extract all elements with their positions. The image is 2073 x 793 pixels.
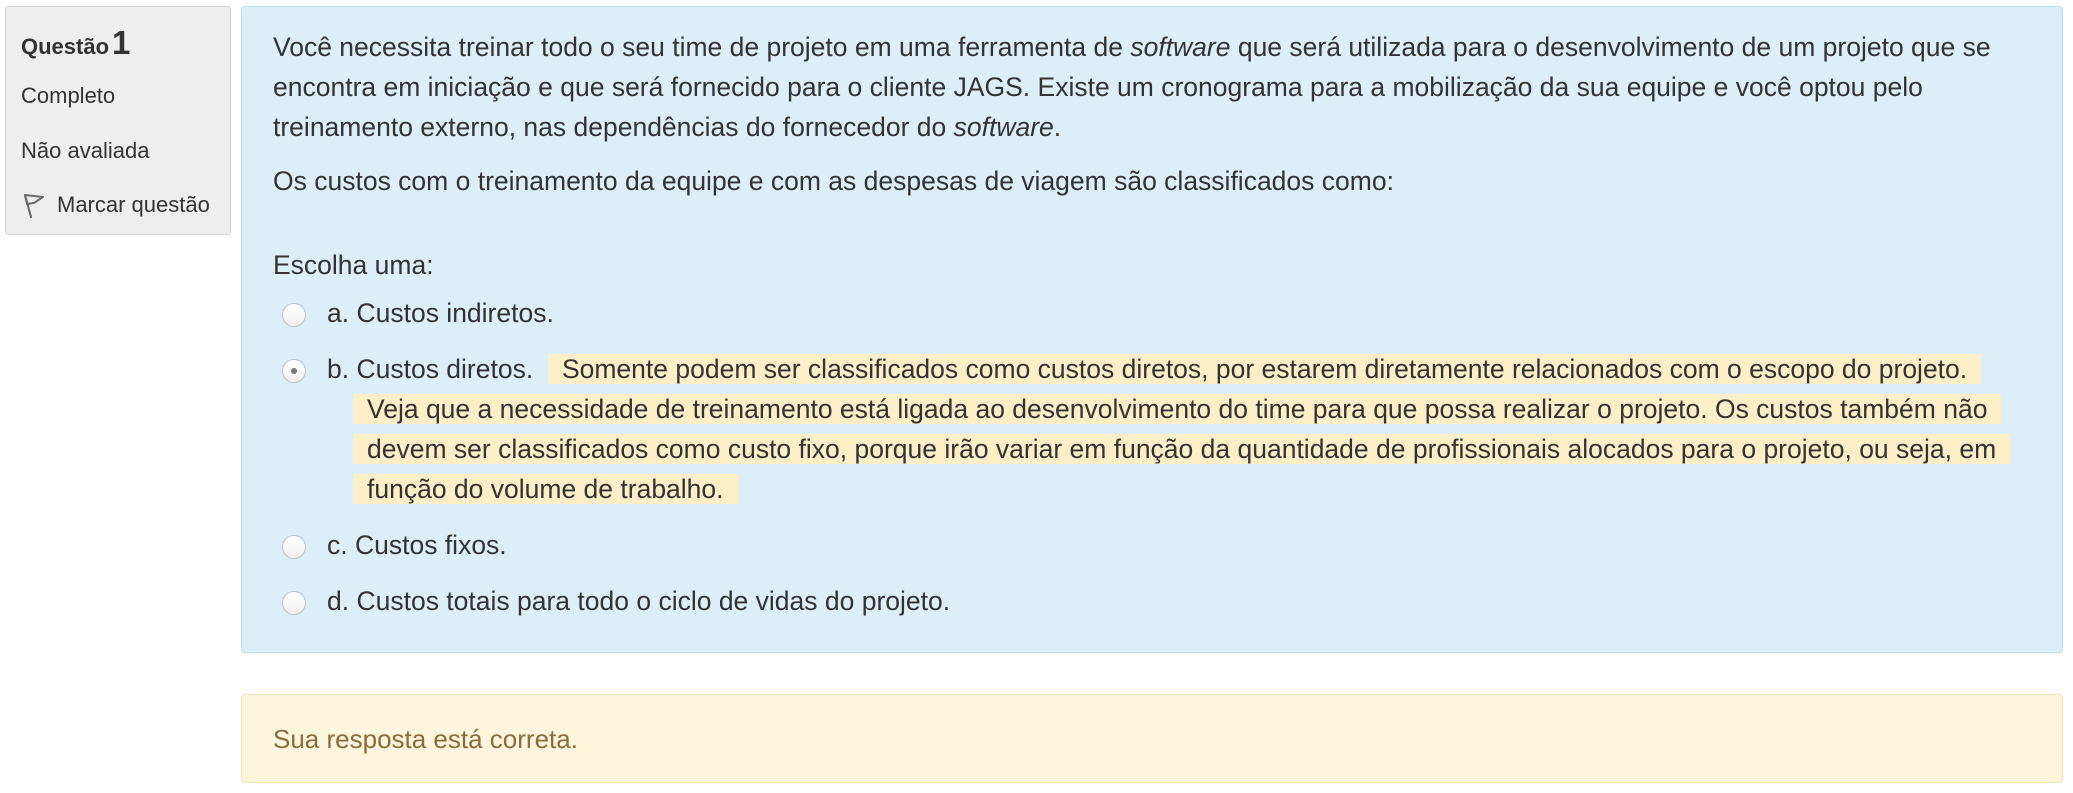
answer-feedback: Somente podem ser classificados como cus… bbox=[353, 354, 2011, 504]
answer-label-c: c. Custos fixos. bbox=[327, 530, 507, 560]
question-info-panel: Questão1 Completo Não avaliada Marcar qu… bbox=[5, 6, 231, 235]
question-state: Completo bbox=[21, 83, 116, 108]
answer-option-b[interactable]: b. Custos diretos. Somente podem ser cla… bbox=[273, 349, 2022, 509]
answer-option-a[interactable]: a. Custos indiretos. bbox=[273, 293, 2022, 333]
question-text: Você necessita treinar todo o seu time d… bbox=[273, 27, 2022, 201]
answer-label-d: d. Custos totais para todo o ciclo de vi… bbox=[327, 586, 951, 616]
answer-radio-c[interactable] bbox=[282, 535, 306, 559]
question-paragraph-2: Os custos com o treinamento da equipe e … bbox=[273, 166, 1394, 196]
question-text-part: . bbox=[1053, 112, 1062, 142]
flag-question-label: Marcar questão bbox=[57, 192, 210, 217]
question-grade: Não avaliada bbox=[21, 138, 150, 163]
answer-option-c[interactable]: c. Custos fixos. bbox=[273, 525, 2022, 565]
answer-prompt: Escolha uma: bbox=[273, 250, 434, 280]
answer-radio-b[interactable] bbox=[282, 359, 306, 383]
answer-label-a: a. Custos indiretos. bbox=[327, 298, 554, 328]
question-number: 1 bbox=[112, 24, 131, 61]
question-label: Questão bbox=[21, 34, 110, 59]
quiz-page: Questão1 Completo Não avaliada Marcar qu… bbox=[0, 0, 2073, 793]
outcome-text: Sua resposta está correta. bbox=[273, 724, 578, 754]
answer-radio-d[interactable] bbox=[282, 591, 306, 615]
outcome-message: Sua resposta está correta. bbox=[241, 694, 2063, 783]
question-paragraph-1: Você necessita treinar todo o seu time d… bbox=[273, 27, 2022, 147]
answer-label-b: b. Custos diretos. bbox=[327, 354, 534, 384]
answer-option-d[interactable]: d. Custos totais para todo o ciclo de vi… bbox=[273, 581, 2022, 621]
flag-icon bbox=[23, 193, 44, 219]
answer-radio-a[interactable] bbox=[282, 303, 306, 327]
question-text-emphasis: software bbox=[1130, 32, 1231, 62]
flag-question-button[interactable]: Marcar questão bbox=[21, 191, 230, 219]
answer-list: a. Custos indiretos. b. Custos diretos. … bbox=[273, 293, 2022, 621]
question-text-part: Você necessita treinar todo o seu time d… bbox=[273, 32, 1131, 62]
question-card: Você necessita treinar todo o seu time d… bbox=[241, 6, 2063, 653]
question-number-heading: Questão1 bbox=[21, 19, 230, 69]
question-text-emphasis: software bbox=[953, 112, 1054, 142]
